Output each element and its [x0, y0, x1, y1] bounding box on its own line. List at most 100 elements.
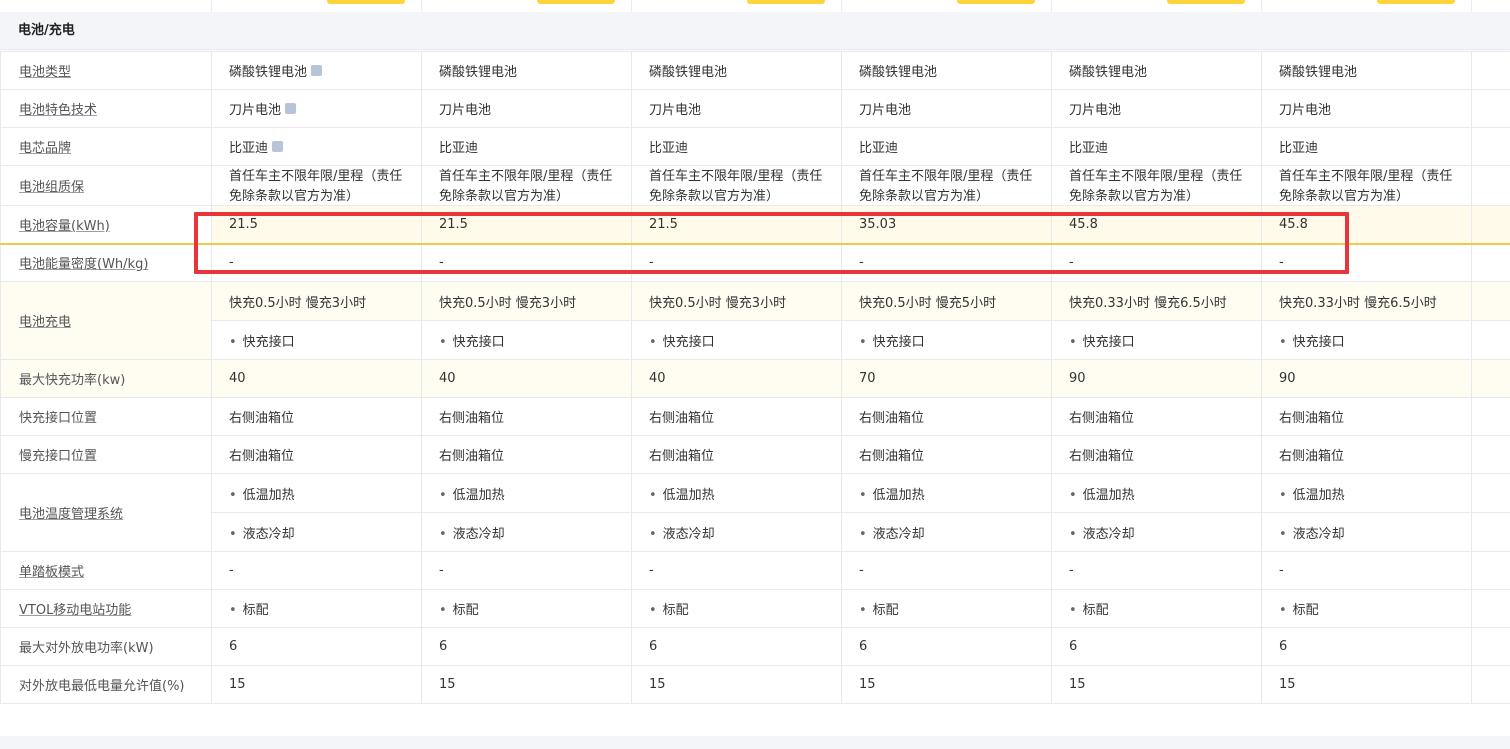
compare-button[interactable]	[1377, 0, 1455, 4]
row-label-link[interactable]: 电池类型	[19, 65, 71, 80]
row-label-link[interactable]: 电池充电	[19, 315, 71, 330]
info-icon[interactable]	[272, 141, 284, 152]
table-cell: 刀片电池	[631, 89, 842, 128]
empty-cell	[1471, 473, 1510, 513]
table-cell: -	[421, 551, 632, 590]
table-row: 对外放电最低电量允许值(%) 15 15 15 15 15 15	[0, 665, 1510, 704]
table-cell: 6	[631, 627, 842, 666]
empty-cell	[1471, 359, 1510, 398]
column-divider	[211, 0, 212, 12]
table-row: 最大对外放电功率(kW) 6 6 6 6 6 6	[0, 627, 1510, 666]
table-cell: 右侧油箱位	[421, 435, 632, 474]
table-cell: 磷酸铁锂电池	[631, 51, 842, 90]
table-cell: 刀片电池	[841, 89, 1052, 128]
table-cell: 15	[1051, 665, 1262, 704]
table-cell: 右侧油箱位	[1051, 397, 1262, 436]
table-cell: 6	[1051, 627, 1262, 666]
table-cell: 40	[631, 359, 842, 398]
table-cell: 右侧油箱位	[1261, 397, 1472, 436]
empty-cell	[1471, 165, 1510, 206]
table-row: 单踏板模式 - - - - - -	[0, 551, 1510, 590]
column-divider	[841, 0, 842, 12]
info-icon[interactable]	[311, 65, 323, 76]
table-cell: 90	[1261, 359, 1472, 398]
compare-button[interactable]	[537, 0, 615, 4]
table-cell: -	[1261, 551, 1472, 590]
empty-cell	[1471, 551, 1510, 590]
row-label-link[interactable]: 电池温度管理系统	[19, 507, 123, 522]
table-cell: 刀片电池	[421, 89, 632, 128]
section-header-battery-charging: 电池/充电	[0, 12, 1510, 50]
empty-cell	[1471, 320, 1510, 360]
table-cell: 90	[1051, 359, 1262, 398]
table-row: • 快充接口 • 快充接口 • 快充接口 • 快充接口 • 快充接口 • 快充接口	[1, 320, 1510, 360]
table-cell: • 液态冷却	[211, 512, 422, 552]
table-row: 慢充接口位置 右侧油箱位 右侧油箱位 右侧油箱位 右侧油箱位 右侧油箱位 右侧油…	[0, 435, 1510, 474]
row-label: 快充接口位置	[0, 397, 212, 436]
table-cell: 快充0.5小时 慢充3小时	[211, 281, 422, 321]
table-cell: 快充0.5小时 慢充5小时	[841, 281, 1052, 321]
table-cell: • 标配	[841, 589, 1052, 628]
table-cell: 右侧油箱位	[211, 397, 422, 436]
table-cell: -	[211, 551, 422, 590]
table-cell: 比亚迪	[1261, 127, 1472, 166]
table-cell: 15	[1261, 665, 1472, 704]
bottom-strip	[0, 736, 1510, 749]
table-cell: • 快充接口	[1051, 320, 1262, 360]
empty-cell	[1471, 127, 1510, 166]
row-label-link[interactable]: 电芯品牌	[19, 141, 71, 156]
row-label-link[interactable]: 电池容量(kWh)	[19, 219, 110, 234]
compare-button[interactable]	[957, 0, 1035, 4]
empty-cell	[1471, 665, 1510, 704]
table-cell: 磷酸铁锂电池	[211, 51, 422, 90]
table-cell: • 标配	[1261, 589, 1472, 628]
table-cell: 比亚迪	[841, 127, 1052, 166]
row-label-link[interactable]: 单踏板模式	[19, 565, 84, 580]
row-label-link[interactable]: 电池特色技术	[19, 103, 97, 118]
empty-cell	[1471, 397, 1510, 436]
empty-cell	[1471, 243, 1510, 282]
compare-button[interactable]	[747, 0, 825, 4]
table-cell: • 快充接口	[211, 320, 422, 360]
table-row: 电池类型 磷酸铁锂电池 磷酸铁锂电池 磷酸铁锂电池 磷酸铁锂电池 磷酸铁锂电池 …	[0, 51, 1510, 90]
table-cell: 首任车主不限年限/里程（责任免除条款以官方为准）	[1051, 165, 1262, 206]
empty-cell	[1471, 512, 1510, 552]
column-divider	[631, 0, 632, 12]
row-label-link[interactable]: VTOL移动电站功能	[19, 603, 131, 618]
table-cell: 刀片电池	[211, 89, 422, 128]
table-cell: -	[1051, 551, 1262, 590]
table-cell: • 低温加热	[421, 473, 632, 513]
info-icon[interactable]	[285, 103, 297, 114]
table-cell: 快充0.33小时 慢充6.5小时	[1051, 281, 1262, 321]
table-cell: 磷酸铁锂电池	[421, 51, 632, 90]
table-cell: • 低温加热	[211, 473, 422, 513]
table-cell: 比亚迪	[1051, 127, 1262, 166]
table-cell: -	[841, 551, 1052, 590]
row-label-link[interactable]: 电池组质保	[19, 180, 84, 195]
table-cell: 40	[211, 359, 422, 398]
row-label: 最大快充功率(kw)	[0, 359, 212, 398]
table-cell: 右侧油箱位	[631, 397, 842, 436]
table-cell: 快充0.33小时 慢充6.5小时	[1261, 281, 1472, 321]
table-cell: 6	[1261, 627, 1472, 666]
table-cell: • 低温加热	[631, 473, 842, 513]
table-cell: • 液态冷却	[841, 512, 1052, 552]
table-cell: 比亚迪	[631, 127, 842, 166]
table-cell: 15	[211, 665, 422, 704]
table-cell: 磷酸铁锂电池	[1051, 51, 1262, 90]
table-cell: • 标配	[211, 589, 422, 628]
table-row: 电芯品牌 比亚迪 比亚迪 比亚迪 比亚迪 比亚迪 比亚迪	[0, 127, 1510, 166]
column-divider	[1471, 0, 1472, 12]
row-label-link[interactable]: 电池能量密度(Wh/kg)	[19, 257, 148, 272]
compare-button[interactable]	[1167, 0, 1245, 4]
compare-button[interactable]	[327, 0, 405, 4]
table-row: 电池组质保 首任车主不限年限/里程（责任免除条款以官方为准） 首任车主不限年限/…	[0, 165, 1510, 206]
table-cell: 首任车主不限年限/里程（责任免除条款以官方为准）	[631, 165, 842, 206]
table-cell: 右侧油箱位	[421, 397, 632, 436]
table-cell: 右侧油箱位	[841, 435, 1052, 474]
empty-cell	[1471, 435, 1510, 474]
table-cell: • 标配	[631, 589, 842, 628]
table-cell: 首任车主不限年限/里程（责任免除条款以官方为准）	[211, 165, 422, 206]
table-row: 电池温度管理系统 • 低温加热 • 低温加热 • 低温加热 • 低温加热 • 低温加热 •…	[0, 473, 1510, 552]
table-cell: • 标配	[421, 589, 632, 628]
